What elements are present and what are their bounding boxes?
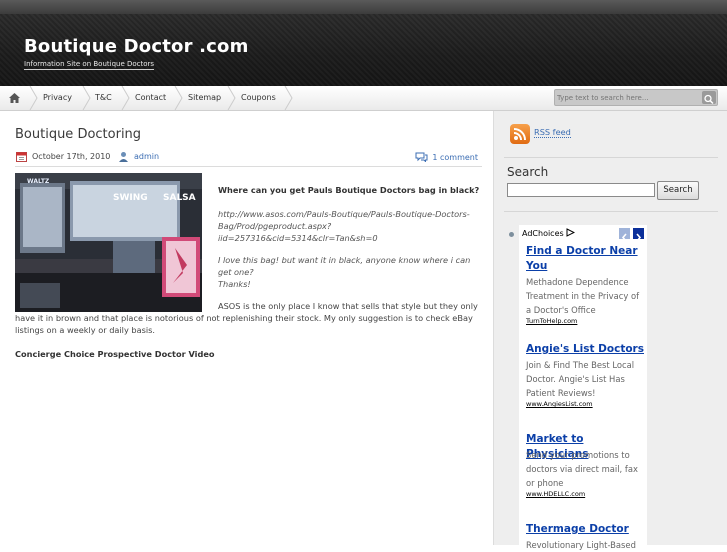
ad-title[interactable]: Angie's List Doctors bbox=[526, 342, 646, 357]
comment-icon bbox=[415, 152, 428, 163]
sidebar-search-input[interactable] bbox=[507, 183, 655, 197]
search-icon bbox=[704, 94, 714, 105]
nav-separator bbox=[29, 86, 38, 110]
bullet-icon bbox=[509, 232, 514, 237]
home-icon bbox=[9, 93, 20, 103]
sidebar-search-button[interactable]: Search bbox=[657, 181, 699, 200]
nav-item-privacy[interactable]: Privacy bbox=[43, 86, 72, 110]
nav-item-tc[interactable]: T&C bbox=[95, 86, 112, 110]
post-quote-line2: Thanks! bbox=[218, 279, 251, 289]
post-date: October 17th, 2010 bbox=[32, 152, 111, 161]
video-title: Concierge Choice Prospective Doctor Vide… bbox=[15, 349, 215, 359]
nav-separator bbox=[174, 86, 183, 110]
ad-description: Send your promotions to doctors via dire… bbox=[526, 450, 638, 488]
sign-swing: SWING bbox=[113, 193, 148, 203]
post-question: Where can you get Pauls Boutique Doctors… bbox=[218, 185, 480, 195]
ad-choices-label[interactable]: AdChoices bbox=[522, 228, 576, 238]
ad-url[interactable]: TurnToHelp.com bbox=[526, 317, 577, 325]
post-answer: ASOS is the only place I know that sells… bbox=[15, 301, 478, 335]
header-search bbox=[554, 89, 718, 106]
chevron-right-icon bbox=[636, 233, 642, 242]
post-author[interactable]: admin bbox=[134, 152, 159, 161]
user-icon bbox=[119, 152, 128, 162]
nav-item-sitemap[interactable]: Sitemap bbox=[188, 86, 221, 110]
site-header: Boutique Doctor .com Information Site on… bbox=[0, 14, 727, 86]
post-quote-line1: I love this bag! but want it in black, a… bbox=[218, 255, 471, 277]
ad-title[interactable]: Find a Doctor Near You bbox=[526, 244, 646, 274]
divider bbox=[504, 211, 718, 212]
header-search-input[interactable] bbox=[557, 91, 697, 104]
post-meta: October 17th, 2010 admin 1 comment bbox=[15, 148, 482, 167]
divider bbox=[504, 157, 718, 158]
home-button[interactable] bbox=[0, 86, 29, 110]
top-strip bbox=[0, 0, 727, 14]
post-link: http://www.asos.com/Pauls-Boutique/Pauls… bbox=[218, 209, 470, 243]
post-quote: I love this bag! but want it in black, a… bbox=[218, 254, 480, 290]
rss-icon[interactable] bbox=[510, 124, 530, 144]
ad-title[interactable]: Thermage Doctor bbox=[526, 522, 646, 537]
header-search-button[interactable] bbox=[702, 91, 716, 105]
nav-separator bbox=[82, 86, 91, 110]
nav-separator bbox=[121, 86, 130, 110]
nav-separator bbox=[284, 86, 293, 110]
ad-prev-button[interactable] bbox=[619, 228, 630, 242]
comments-link[interactable]: 1 comment bbox=[415, 152, 478, 163]
sign-waltz: WALTZ bbox=[27, 178, 50, 185]
sign-salsa: SALSA bbox=[163, 193, 196, 203]
site-tagline: Information Site on Boutique Doctors bbox=[24, 60, 155, 70]
site-title[interactable]: Boutique Doctor .com bbox=[24, 36, 249, 57]
rss-glyph bbox=[513, 128, 526, 141]
post-title[interactable]: Boutique Doctoring bbox=[15, 127, 141, 142]
ad-choices-icon bbox=[566, 228, 576, 237]
chevron-left-icon bbox=[621, 233, 627, 242]
ad-description: Methadone Dependence Treatment in the Pr… bbox=[526, 277, 640, 315]
ad-description: Revolutionary Light-Based bbox=[526, 540, 636, 550]
search-heading: Search bbox=[507, 165, 549, 179]
ad-box: AdChoices Find a Doctor Near You Methado… bbox=[519, 225, 647, 550]
ad-description: Join & Find The Best Local Doctor. Angie… bbox=[526, 360, 635, 398]
nav-item-contact[interactable]: Contact bbox=[135, 86, 166, 110]
ad-next-button[interactable] bbox=[633, 228, 644, 242]
rss-feed-link[interactable]: RSS feed bbox=[534, 127, 571, 138]
nav-item-coupons[interactable]: Coupons bbox=[241, 86, 276, 110]
ad-url[interactable]: www.AngiesList.com bbox=[526, 400, 593, 408]
comments-count: 1 comment bbox=[432, 153, 478, 162]
calendar-icon bbox=[16, 152, 27, 162]
ad-url[interactable]: www.HDELLC.com bbox=[526, 490, 585, 498]
nav-separator bbox=[227, 86, 236, 110]
ad-choices-text: AdChoices bbox=[522, 229, 564, 238]
post-image: WALTZ SWING SALSA bbox=[15, 173, 202, 312]
